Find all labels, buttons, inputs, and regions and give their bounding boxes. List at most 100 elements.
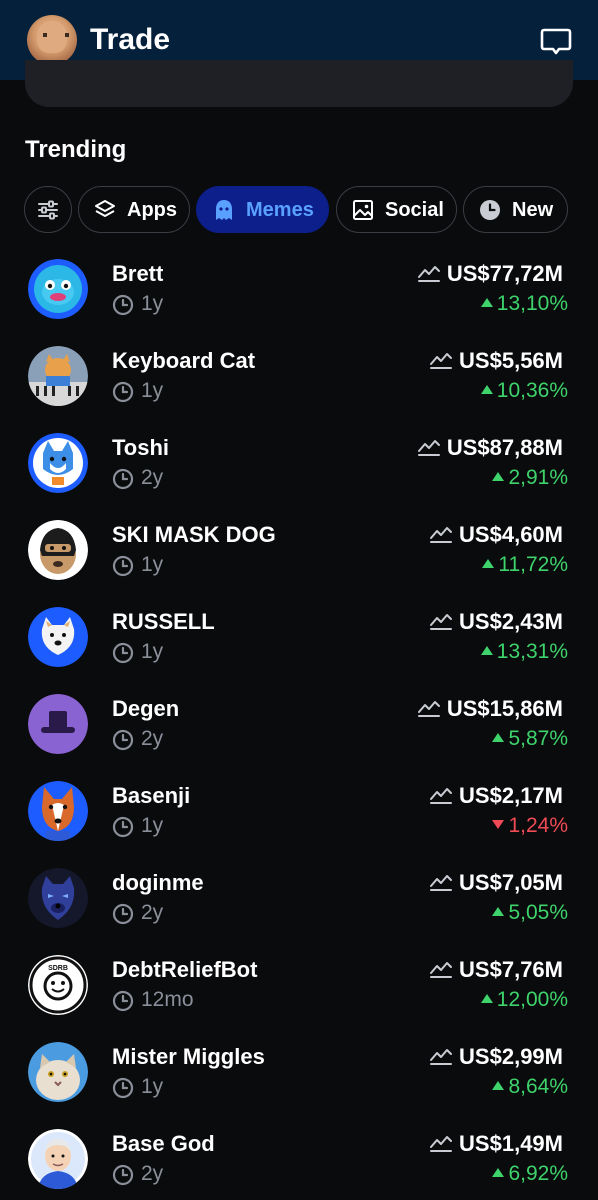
toshi-icon bbox=[28, 433, 88, 493]
clock-icon bbox=[112, 816, 134, 838]
market-cap: US$2,43M bbox=[429, 608, 563, 636]
market-cap: US$15,86M bbox=[417, 695, 563, 723]
clock-icon bbox=[112, 555, 134, 577]
token-age-value: 1y bbox=[141, 292, 164, 315]
token-row[interactable]: doginme 2y US$7,05M 5,05% bbox=[0, 853, 598, 940]
arrow-up-icon bbox=[492, 1168, 505, 1177]
market-cap-chart-icon bbox=[430, 1049, 453, 1065]
token-name: Degen bbox=[112, 696, 180, 721]
arrow-down-icon bbox=[492, 820, 505, 829]
filter-social-label: Social bbox=[385, 199, 444, 221]
market-cap-value: US$7,76M bbox=[459, 957, 563, 982]
token-row[interactable]: Toshi 2y US$87,88M 2,91% bbox=[0, 418, 598, 505]
market-cap: US$7,76M bbox=[429, 956, 563, 984]
filter-new-label: New bbox=[512, 199, 554, 221]
price-change: 10,36% bbox=[480, 377, 568, 405]
filter-new-chip[interactable]: New bbox=[463, 186, 568, 233]
price-change: 5,05% bbox=[492, 899, 568, 927]
token-name: doginme bbox=[112, 870, 204, 895]
market-cap-chart-icon bbox=[430, 614, 453, 630]
market-cap-value: US$7,05M bbox=[459, 870, 563, 895]
page-title: Trade bbox=[90, 23, 171, 56]
market-cap: US$7,05M bbox=[429, 869, 563, 897]
debt-relief-bot-icon: SDRB bbox=[28, 955, 88, 1015]
degen-icon bbox=[28, 694, 88, 754]
price-change-value: 11,72% bbox=[498, 553, 568, 576]
market-cap-value: US$2,43M bbox=[459, 609, 563, 634]
market-cap-chart-icon bbox=[417, 440, 440, 456]
brett-icon bbox=[28, 259, 88, 319]
clock-icon bbox=[112, 903, 134, 925]
market-cap: US$4,60M bbox=[429, 521, 563, 549]
token-name: Brett bbox=[112, 261, 164, 286]
search-bar[interactable] bbox=[25, 60, 573, 107]
chat-bubble-icon[interactable] bbox=[538, 23, 574, 59]
ski-mask-dog-icon bbox=[28, 520, 88, 580]
filter-memes-chip[interactable]: Memes bbox=[196, 186, 329, 233]
price-change: 11,72% bbox=[482, 551, 568, 579]
token-name: SKI MASK DOG bbox=[112, 522, 276, 547]
token-age-value: 1y bbox=[141, 1075, 164, 1098]
base-god-icon bbox=[28, 1129, 88, 1189]
market-cap-chart-icon bbox=[430, 527, 453, 543]
token-row[interactable]: Degen 2y US$15,86M 5,87% bbox=[0, 679, 598, 766]
clock-icon bbox=[112, 468, 134, 490]
market-cap-chart-icon bbox=[430, 353, 453, 369]
filter-settings-button[interactable] bbox=[24, 186, 72, 233]
clock-icon bbox=[112, 1077, 134, 1099]
filter-apps-chip[interactable]: Apps bbox=[78, 186, 190, 233]
token-row[interactable]: SKI MASK DOG 1y US$4,60M 11,72% bbox=[0, 505, 598, 592]
clock-icon bbox=[112, 990, 134, 1012]
token-row[interactable]: SDRB DebtReliefBot 12mo US$7,76M 12,00% bbox=[0, 940, 598, 1027]
section-title: Trending bbox=[25, 136, 127, 163]
market-cap: US$2,99M bbox=[429, 1043, 563, 1071]
arrow-up-icon bbox=[480, 646, 493, 655]
price-change: 6,92% bbox=[492, 1160, 568, 1188]
price-change-value: 12,00% bbox=[496, 988, 568, 1011]
doginme-icon bbox=[28, 868, 88, 928]
mister-miggles-icon bbox=[28, 1042, 88, 1102]
token-row[interactable]: RUSSELL 1y US$2,43M 13,31% bbox=[0, 592, 598, 679]
price-change: 2,91% bbox=[492, 464, 568, 492]
arrow-up-icon bbox=[492, 907, 505, 916]
market-cap-value: US$15,86M bbox=[446, 696, 563, 721]
market-cap-chart-icon bbox=[430, 875, 453, 891]
market-cap-value: US$2,99M bbox=[459, 1044, 563, 1069]
user-avatar[interactable] bbox=[27, 15, 77, 65]
market-cap-value: US$5,56M bbox=[459, 348, 563, 373]
filter-apps-label: Apps bbox=[127, 199, 177, 221]
token-name: Mister Miggles bbox=[112, 1044, 265, 1069]
filter-social-chip[interactable]: Social bbox=[336, 186, 457, 233]
market-cap-chart-icon bbox=[417, 266, 440, 282]
filter-memes-label: Memes bbox=[246, 199, 314, 221]
market-cap-chart-icon bbox=[430, 1136, 453, 1152]
price-change-value: 13,10% bbox=[496, 292, 568, 315]
token-name: Basenji bbox=[112, 783, 191, 808]
token-name: Base God bbox=[112, 1131, 215, 1156]
clock-icon bbox=[112, 381, 134, 403]
token-row[interactable]: Keyboard Cat 1y US$5,56M 10,36% bbox=[0, 331, 598, 418]
token-row[interactable]: Base God 2y US$1,49M 6,92% bbox=[0, 1114, 598, 1200]
price-change-value: 5,05% bbox=[508, 901, 568, 924]
token-age-value: 1y bbox=[141, 379, 164, 402]
price-change-value: 13,31% bbox=[496, 640, 568, 663]
token-age-value: 2y bbox=[141, 901, 164, 924]
price-change-value: 8,64% bbox=[508, 1075, 568, 1098]
image-icon bbox=[353, 200, 373, 220]
keyboard-cat-icon bbox=[28, 346, 88, 406]
token-row[interactable]: Mister Miggles 1y US$2,99M 8,64% bbox=[0, 1027, 598, 1114]
token-row[interactable]: Brett 1y US$77,72M 13,10% bbox=[0, 244, 598, 331]
clock-icon bbox=[112, 1164, 134, 1186]
price-change: 8,64% bbox=[492, 1073, 568, 1101]
arrow-up-icon bbox=[492, 733, 505, 742]
price-change: 1,24% bbox=[492, 812, 568, 840]
market-cap-value: US$2,17M bbox=[459, 783, 563, 808]
token-age-value: 2y bbox=[141, 727, 164, 750]
price-change: 13,31% bbox=[480, 638, 568, 666]
arrow-up-icon bbox=[480, 994, 493, 1003]
basenji-icon bbox=[28, 781, 88, 841]
market-cap: US$87,88M bbox=[417, 434, 563, 462]
token-row[interactable]: Basenji 1y US$2,17M 1,24% bbox=[0, 766, 598, 853]
market-cap-value: US$77,72M bbox=[446, 261, 563, 286]
token-age-value: 1y bbox=[141, 814, 164, 837]
